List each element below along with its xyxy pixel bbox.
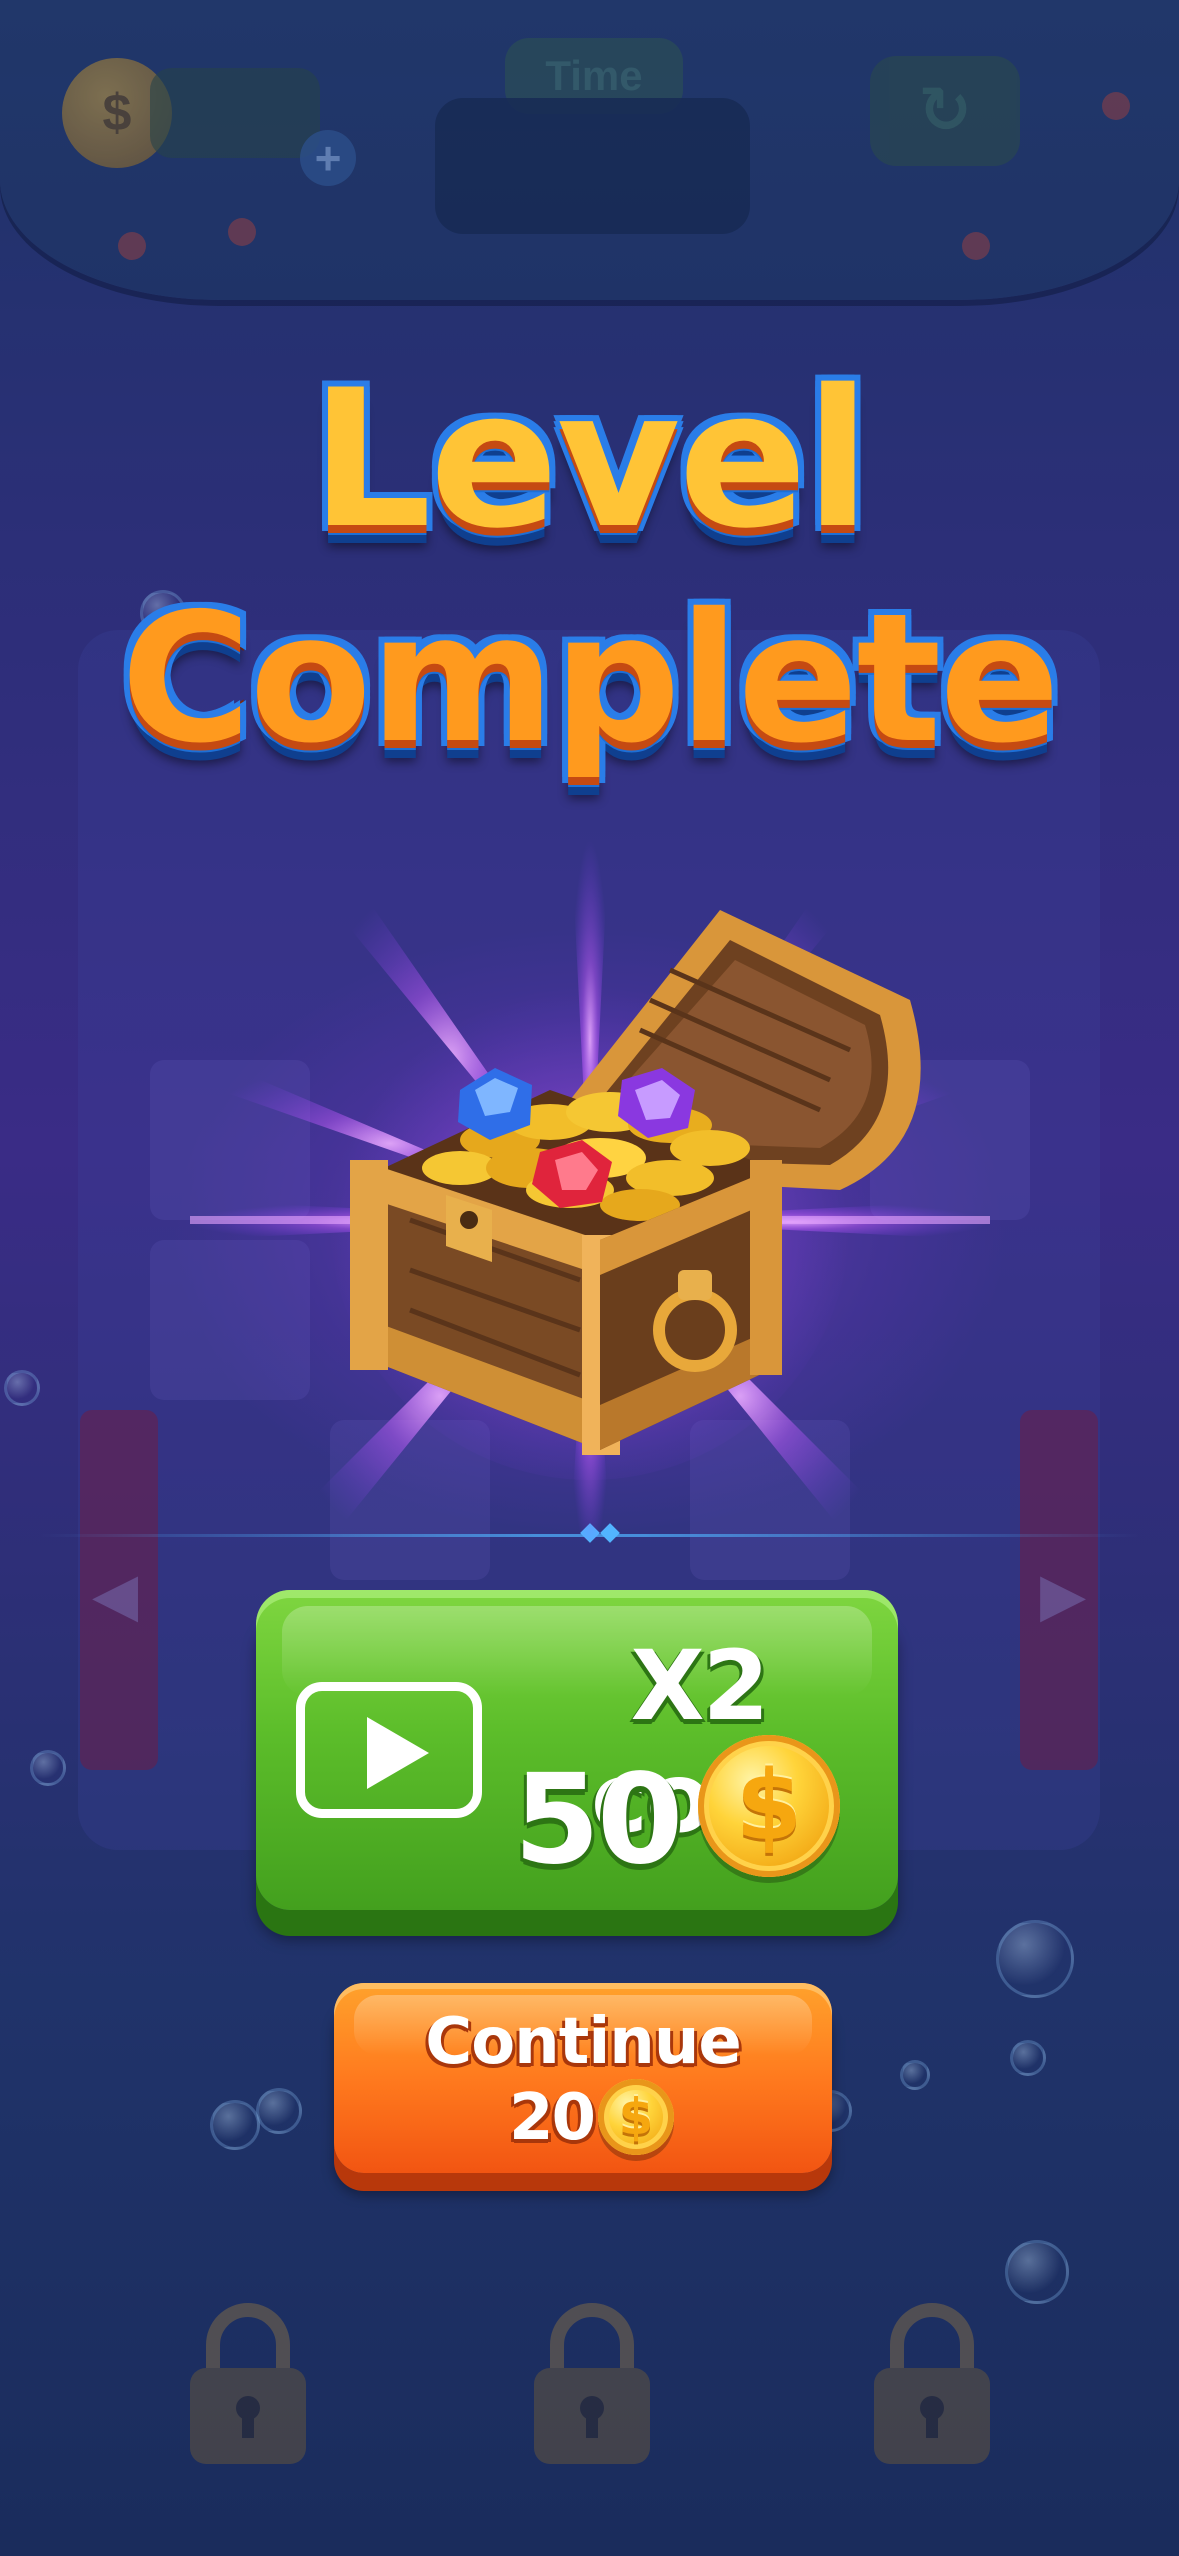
bubble <box>256 2088 302 2134</box>
dollar-coin-icon: $ <box>598 2079 674 2155</box>
left-arrow-icon: ◀ <box>92 1560 139 1630</box>
restart-icon: ↻ <box>870 56 1020 166</box>
hud-coin-counter <box>150 68 320 158</box>
bubble <box>30 1750 66 1786</box>
hud-time-label: Time <box>545 52 643 99</box>
bubble <box>900 2060 930 2090</box>
continue-amount: 20 <box>508 2081 596 2155</box>
title-complete: Complete <box>117 575 1063 782</box>
right-arrow-icon: ▶ <box>1040 1560 1087 1630</box>
lock-icon <box>190 2303 306 2464</box>
hud-decor-dot <box>962 232 990 260</box>
game-screen: $ + Time ↻ ◀ ▶ Level Complete X2 50 $ Co… <box>0 0 1179 2556</box>
continue-label: Continue <box>425 2005 742 2079</box>
hud-decor-dot <box>228 218 256 246</box>
bubble <box>996 1920 1074 1998</box>
play-triangle <box>367 1717 429 1789</box>
hud-time-display <box>435 98 750 234</box>
double-coins-button[interactable]: X2 coin 50 $ <box>256 1590 898 1910</box>
treasure-chest-image <box>350 910 921 1455</box>
lock-icon <box>534 2303 650 2464</box>
lock-icon <box>874 2303 990 2464</box>
hud-decor-dot <box>1102 92 1130 120</box>
dollar-coin-icon: $ <box>698 1735 840 1877</box>
bubble <box>1005 2240 1069 2304</box>
coin-symbol: $ <box>735 1750 803 1862</box>
play-video-icon <box>296 1682 482 1818</box>
double-coins-amount: 50 <box>513 1748 684 1892</box>
plus-icon: + <box>300 130 356 186</box>
continue-button[interactable]: Continue 20 $ <box>334 1983 832 2173</box>
hud-decor-dot <box>118 232 146 260</box>
bubble <box>1010 2040 1046 2076</box>
bubble <box>210 2100 260 2150</box>
bubble <box>4 1370 40 1406</box>
title-level: Level <box>307 349 874 570</box>
coin-symbol: $ <box>618 2088 654 2146</box>
